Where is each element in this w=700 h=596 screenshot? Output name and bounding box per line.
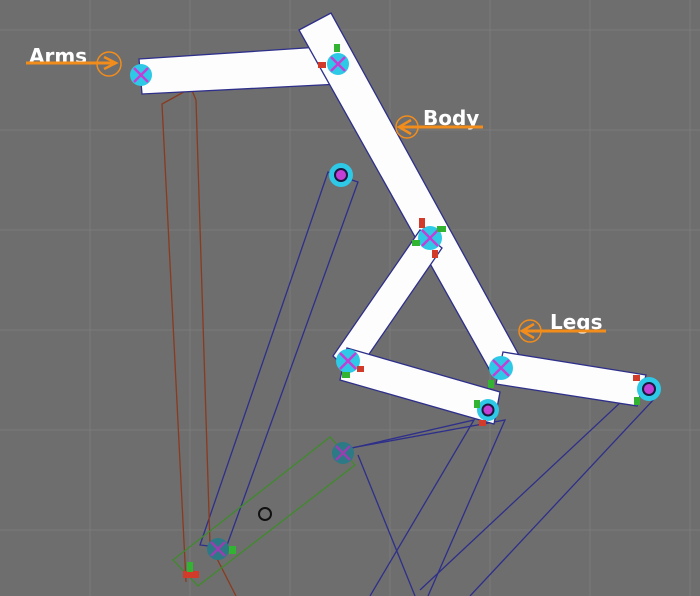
callout-arms: Arms bbox=[26, 44, 122, 77]
bone-foot[interactable] bbox=[495, 351, 647, 407]
callout-legs: Legs bbox=[518, 310, 606, 343]
pivot-circle-icon[interactable] bbox=[258, 507, 272, 521]
pivot-circle-icon[interactable] bbox=[633, 375, 661, 405]
skeleton-canvas[interactable]: Arms Body Legs bbox=[0, 0, 700, 596]
joint-cross-icon[interactable] bbox=[332, 442, 354, 464]
rig-viewport[interactable]: Arms Body Legs bbox=[0, 0, 700, 596]
pivot-circle-icon[interactable] bbox=[329, 163, 353, 187]
callout-body: Body bbox=[395, 106, 483, 139]
bone-shin[interactable] bbox=[339, 347, 501, 425]
bone-selected[interactable] bbox=[172, 436, 356, 587]
bones[interactable] bbox=[138, 12, 647, 425]
joint-cross-icon[interactable] bbox=[130, 64, 152, 86]
bone-arm[interactable] bbox=[138, 45, 341, 95]
